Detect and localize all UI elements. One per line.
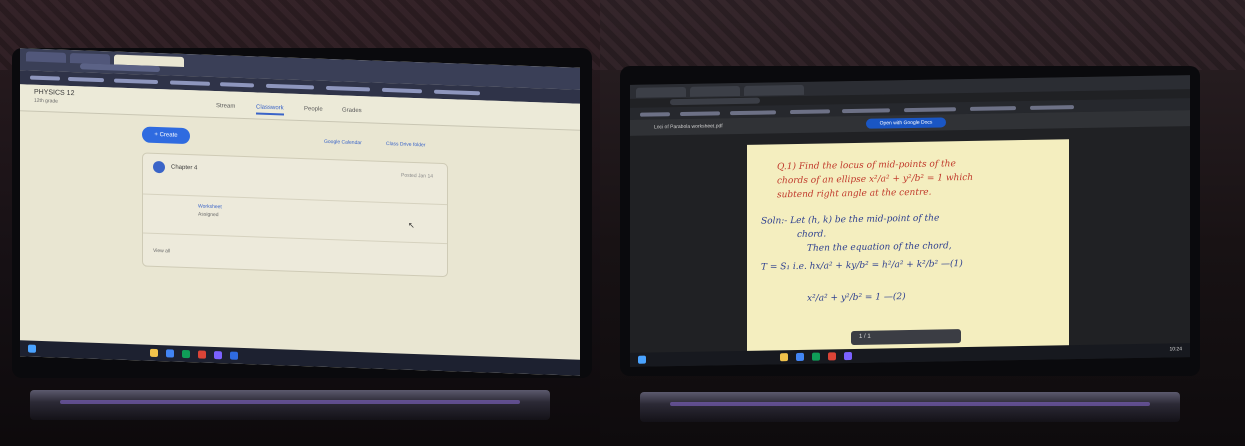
drive-folder-link[interactable]: Class Drive folder [386,141,425,148]
app-icon[interactable] [828,352,836,361]
app-icon[interactable] [812,352,820,361]
bookmark[interactable] [170,80,210,86]
browser-tab[interactable] [690,85,740,97]
start-icon[interactable] [638,355,646,364]
bookmark[interactable] [970,106,1016,111]
app-icon[interactable] [844,352,852,361]
bookmark[interactable] [842,108,890,114]
view-all-link[interactable]: View all [153,248,170,255]
topic-date: Posted Jan 14 [401,172,433,180]
folder-icon[interactable] [150,348,158,358]
note-line: x²/a² + y²/b² = 1 —(2) [807,292,906,304]
bookmark[interactable] [730,110,776,116]
bookmark[interactable] [220,82,254,88]
browser-tab[interactable] [26,51,66,63]
left-photo: PHYSICS 12 12th grade Stream Classwork P… [0,0,600,446]
item-title[interactable]: Worksheet [198,203,222,210]
note-line: Soln:- Let (h, k) be the mid-point of th… [761,213,940,227]
handwritten-note-page: Q.1) Find the locus of mid-points of the… [747,139,1069,357]
taskbar-clock[interactable]: 10:24 [1169,346,1182,352]
right-laptop-screen: Loci of Parabola worksheet.pdf Open with… [630,75,1190,367]
bookmark[interactable] [382,87,422,94]
bookmark[interactable] [790,109,830,115]
tab-stream[interactable]: Stream [216,103,235,110]
item-status: Assigned [198,211,219,219]
class-title[interactable]: PHYSICS 12 [34,89,74,97]
classwork-item[interactable] [143,193,447,245]
app-icon[interactable] [182,349,190,359]
create-button[interactable]: + Create [142,126,190,145]
tab-grades[interactable]: Grades [342,107,362,114]
note-line: Q.1) Find the locus of mid-points of the [777,159,956,173]
background-fabric [600,0,1245,70]
app-icon[interactable] [230,351,238,360]
topic-card: Chapter 4 Posted Jan 14 Worksheet Assign… [142,152,448,278]
open-with-button[interactable]: Open with Google Docs [866,117,946,129]
topic-icon [153,160,165,174]
left-laptop-screen: PHYSICS 12 12th grade Stream Classwork P… [20,48,580,376]
browser-tab[interactable] [636,86,686,98]
bookmark[interactable] [114,78,158,85]
note-line: chords of an ellipse x²/a² + y²/b² = 1 w… [777,172,974,187]
bookmark[interactable] [68,76,104,83]
page-indicator: 1 / 1 [859,333,871,340]
bookmark[interactable] [326,85,370,92]
bookmark[interactable] [266,83,314,90]
pdf-zoom-controls[interactable]: 1 / 1 [851,329,961,346]
browser-tab[interactable] [70,52,110,65]
tab-people[interactable]: People [304,106,323,113]
note-line: T = S₁ i.e. hx/a² + ky/b² = h²/a² + k²/b… [761,259,963,273]
note-line: Then the equation of the chord, [807,241,952,254]
note-line: subtend right angle at the centre. [777,187,932,201]
bookmark[interactable] [30,75,60,81]
laptop-glow [60,400,520,404]
laptop-keyboard-base [640,392,1180,422]
bookmark[interactable] [680,111,720,117]
chrome-icon[interactable] [796,352,804,361]
bookmark[interactable] [640,112,670,117]
note-line: chord. [797,229,827,240]
bookmark[interactable] [1030,105,1074,110]
bookmark[interactable] [904,107,956,113]
chrome-icon[interactable] [166,349,174,358]
address-bar[interactable] [670,97,760,106]
class-subtitle: 12th grade [34,97,58,105]
folder-icon[interactable] [780,353,788,362]
tab-classwork[interactable]: Classwork [256,104,284,116]
topic-title[interactable]: Chapter 4 [171,164,197,171]
browser-tab[interactable] [744,84,804,96]
start-icon[interactable] [28,344,36,353]
laptop-glow [670,402,1150,406]
bookmark[interactable] [434,89,480,96]
laptop-keyboard-base [30,390,550,420]
calendar-link[interactable]: Google Calendar [324,139,362,146]
app-icon[interactable] [214,350,222,360]
file-name: Loci of Parabola worksheet.pdf [654,123,723,131]
mouse-cursor-icon: ↖ [408,220,415,231]
app-icon[interactable] [198,350,206,359]
